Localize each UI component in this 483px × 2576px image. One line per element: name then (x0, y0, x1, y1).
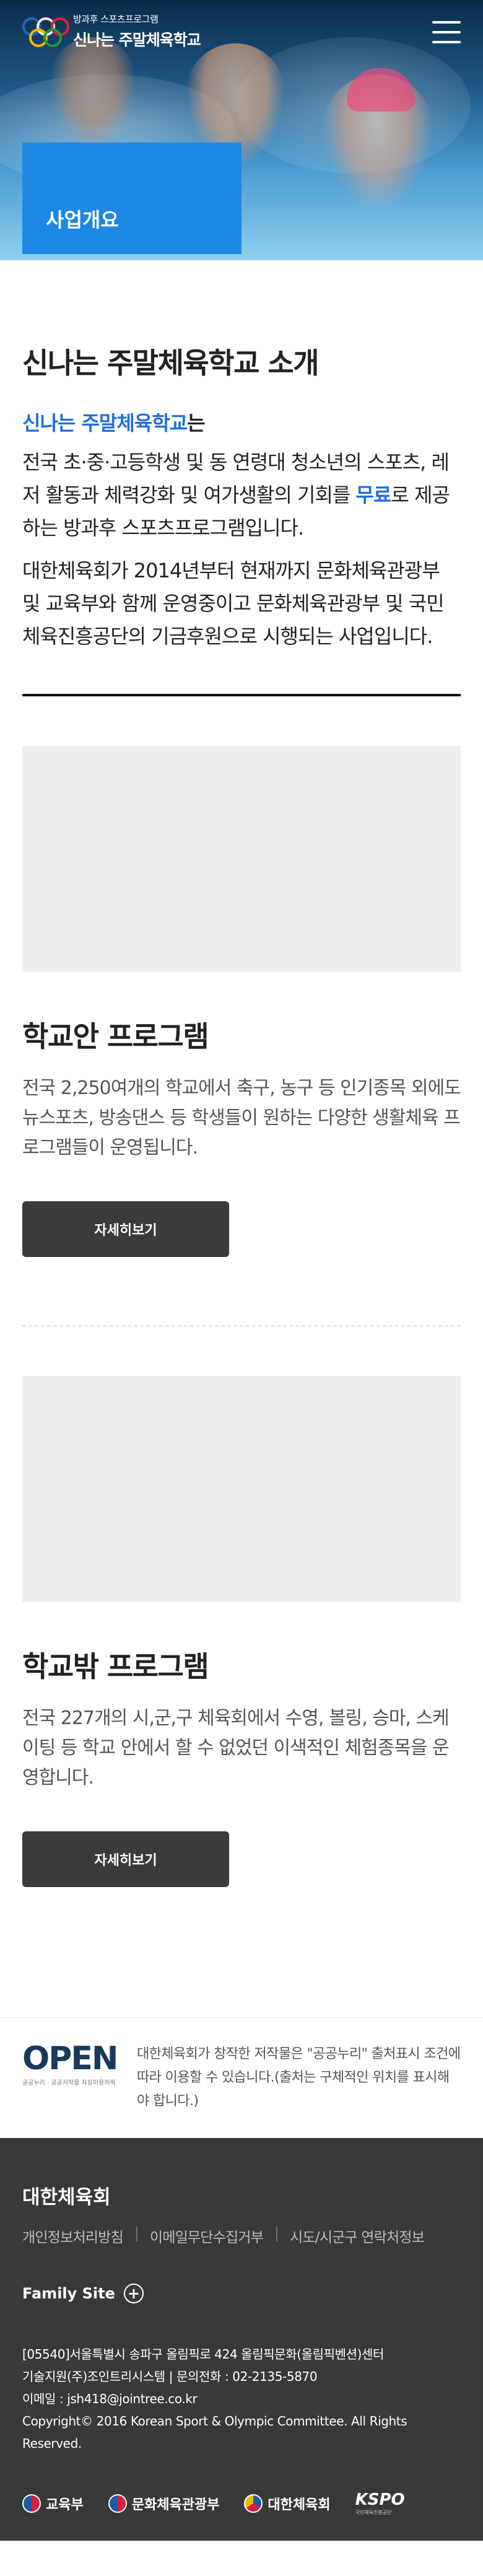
family-site-toggle[interactable]: Family Site + (22, 2284, 461, 2303)
partner-mcst[interactable]: 문화체육관광부 (108, 2494, 219, 2513)
footer-tech-support: 기술지원(주)조인트리시스템 | 문의전화 : 02-2135-5870 (22, 2369, 318, 2384)
site-logo[interactable]: 방과후 스포츠프로그램 신나는 주말체육학교 (22, 12, 201, 50)
hero-banner: 방과후 스포츠프로그램 신나는 주말체육학교 사업개요 (0, 0, 483, 260)
footer-address-block: [05540]서울특별시 송파구 올림픽로 424 올림픽문화(올림픽벤션)센터… (22, 2343, 461, 2455)
intro-paragraph-1: 전국 초·중·고등학생 및 동 연령대 청소년의 스포츠, 레저 활동과 체력강… (22, 450, 450, 540)
hamburger-menu-icon[interactable] (432, 21, 461, 46)
logo-subtitle: 방과후 스포츠프로그램 (73, 14, 159, 25)
program-description: 전국 227개의 시,군,구 체육회에서 수영, 볼링, 승마, 스케이팅 등 … (22, 1707, 450, 1789)
program-out-of-school: 학교밖 프로그램 전국 227개의 시,군,구 체육회에서 수영, 볼링, 승마… (0, 1326, 483, 1887)
footer-links: 개인정보처리방침 | 이메일무단수집거부 | 시도/시군구 연락처정보 (22, 2225, 425, 2246)
intro-lead: 신나는 주말체육학교는 (22, 408, 461, 436)
footer-org-name: 대한체육회 (22, 2186, 111, 2209)
intro-lead-highlight: 신나는 주말체육학교 (22, 411, 188, 435)
details-button[interactable]: 자세히보기 (22, 1831, 229, 1887)
program-in-school: 학교안 프로그램 전국 2,250여개의 학교에서 축구, 농구 등 인기종목 … (0, 696, 483, 1257)
program-image-placeholder (22, 746, 461, 972)
intro-lead-rest: 는 (187, 411, 205, 435)
intro-section: 신나는 주말체육학교 소개 신나는 주말체육학교는 전국 초·중·고등학생 및 … (0, 260, 483, 653)
program-image-placeholder (22, 1376, 461, 1602)
program-description: 전국 2,250여개의 학교에서 축구, 농구 등 인기종목 외에도 뉴스포츠,… (22, 1077, 461, 1159)
footer-address: [05540]서울특별시 송파구 올림픽로 424 올림픽문화(올림픽벤션)센터 (22, 2347, 385, 2362)
intro-title: 신나는 주말체육학교 소개 (22, 346, 320, 380)
partner-moe[interactable]: 교육부 (22, 2494, 84, 2513)
program-title: 학교안 프로그램 (22, 1020, 209, 1053)
footer-copyright: Copyright© 2016 Korean Sport & Olympic C… (22, 2414, 407, 2451)
program-title: 학교밖 프로그램 (22, 1650, 209, 1683)
intro-paragraph-2: 대한체육회가 2014년부터 현재까지 문화체육관광부 및 교육부와 함께 운영… (22, 559, 445, 648)
contact-info-link[interactable]: 시도/시군구 연락처정보 (290, 2225, 425, 2246)
partner-ksoc[interactable]: 대한체육회 (244, 2494, 331, 2513)
privacy-policy-link[interactable]: 개인정보처리방침 (22, 2225, 124, 2246)
site-header: 방과후 스포츠프로그램 신나는 주말체육학교 (0, 0, 483, 68)
family-site-label: Family Site (22, 2285, 115, 2302)
partner-kspo[interactable]: KSPO 국민체육진흥공단 (355, 2491, 405, 2516)
partner-logos: 교육부 문화체육관광부 대한체육회 KSPO 국민체육진흥공단 (22, 2491, 461, 2516)
section-label: 사업개요 (22, 142, 242, 254)
ksoc-emblem-icon (244, 2494, 263, 2513)
details-button[interactable]: 자세히보기 (22, 1201, 229, 1257)
taegeuk-icon (22, 2494, 41, 2513)
plus-icon: + (123, 2284, 144, 2303)
free-highlight: 무료 (355, 483, 392, 507)
open-license-text: 대한체육회가 창작한 저작물은 "공공누리" 출처표시 조건에 따라 이용할 수… (137, 2046, 461, 2109)
open-license-notice: OPEN 공공누리 · 공공저작물 자유이용허락 대한체육회가 창작한 저작물은… (0, 2017, 483, 2138)
footer-email: 이메일 : jsh418@jointree.co.kr (22, 2391, 198, 2406)
open-license-logo: OPEN 공공누리 · 공공저작물 자유이용허락 (22, 2040, 118, 2087)
email-refusal-link[interactable]: 이메일무단수집거부 (150, 2225, 264, 2246)
logo-title: 신나는 주말체육학교 (73, 31, 201, 49)
site-footer: 대한체육회 개인정보처리방침 | 이메일무단수집거부 | 시도/시군구 연락처정… (0, 2138, 483, 2541)
taegeuk-icon (108, 2494, 127, 2513)
olympic-rings-icon (22, 14, 69, 50)
